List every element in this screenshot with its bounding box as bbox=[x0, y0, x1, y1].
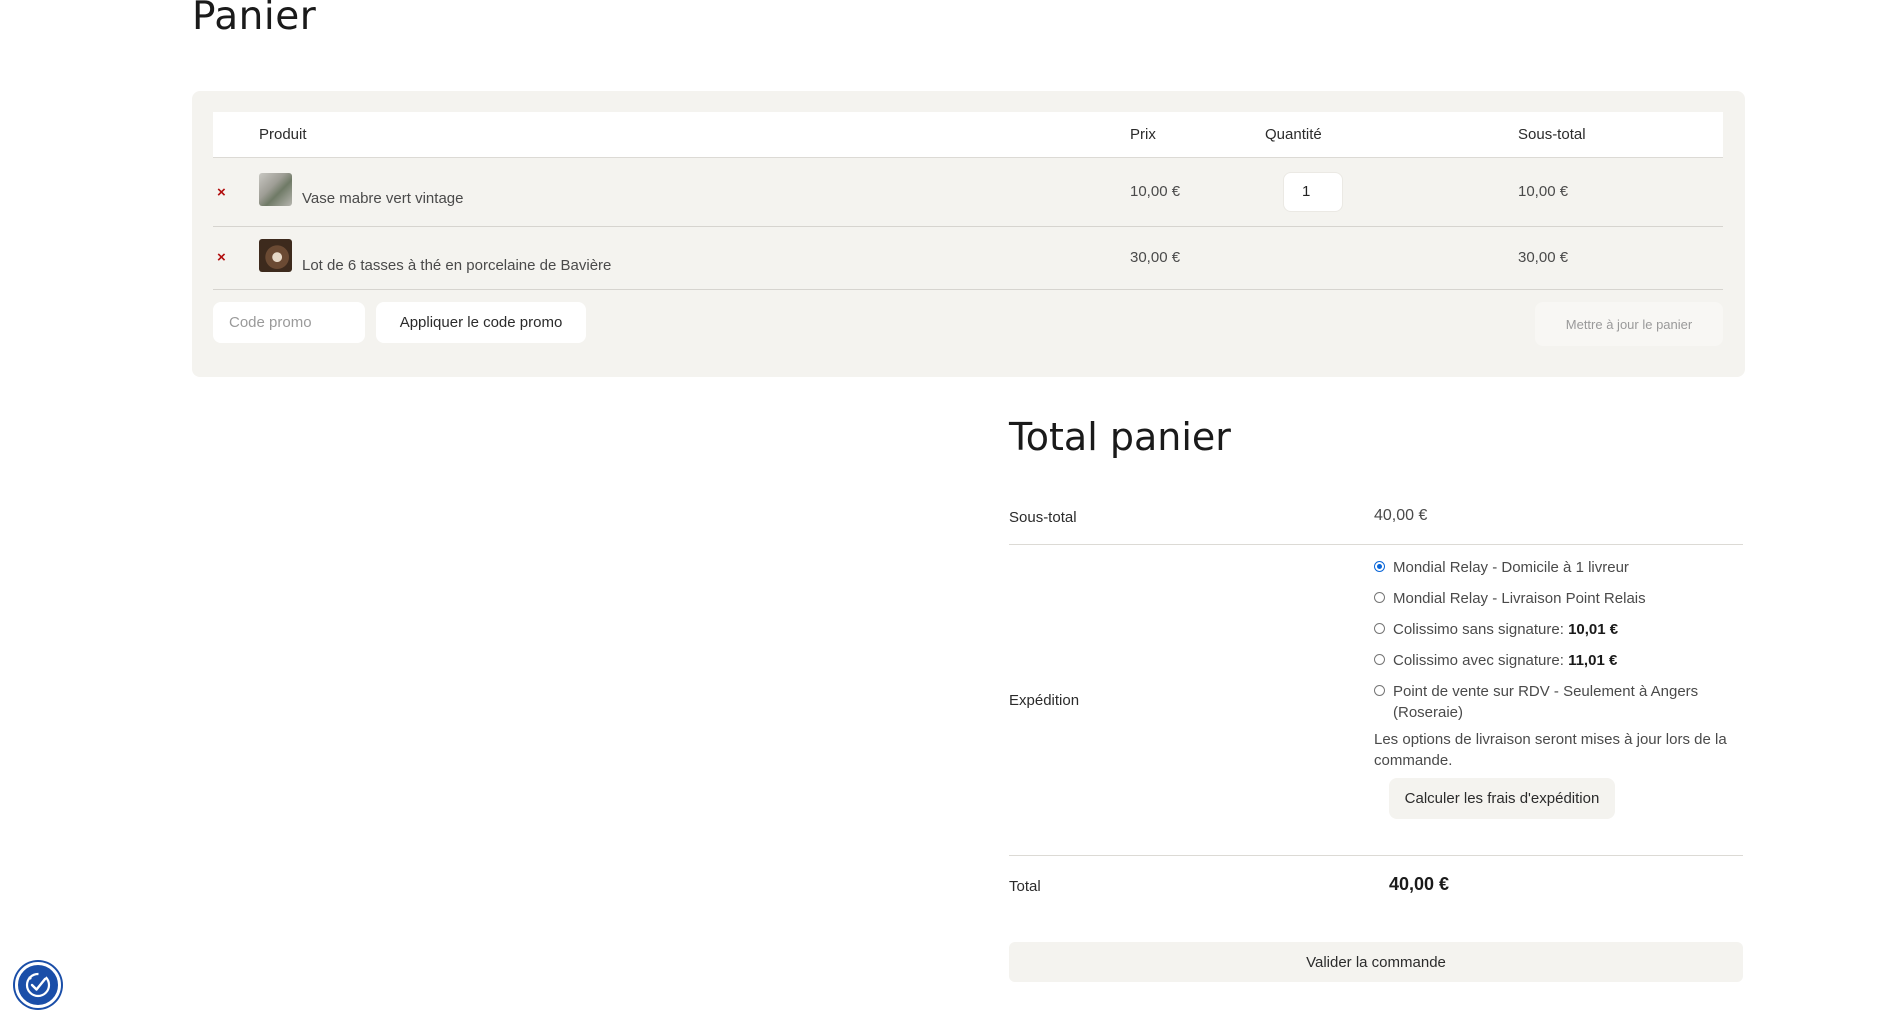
cart-table: Produit Prix Quantité Sous-total × Vase … bbox=[213, 112, 1723, 350]
shipping-option-label: Colissimo avec signature: bbox=[1393, 652, 1569, 669]
radio-selected-icon[interactable] bbox=[1374, 561, 1385, 572]
remove-item-icon[interactable]: × bbox=[217, 185, 231, 200]
header-subtotal: Sous-total bbox=[1518, 126, 1586, 143]
vase-thumbnail-icon[interactable] bbox=[259, 173, 292, 206]
shipping-option[interactable]: Point de vente sur RDV - Seulement à Ang… bbox=[1374, 681, 1744, 723]
total-value: 40,00 € bbox=[1389, 874, 1450, 894]
calculate-shipping-button[interactable]: Calculer les frais d'expédition bbox=[1389, 778, 1615, 819]
cart-table-header: Produit Prix Quantité Sous-total bbox=[213, 112, 1723, 158]
promo-code-input[interactable] bbox=[213, 302, 365, 343]
radio-icon[interactable] bbox=[1374, 654, 1385, 665]
header-product: Produit bbox=[259, 126, 307, 143]
accessibility-icon bbox=[25, 972, 51, 998]
page-title: Panier bbox=[192, 0, 317, 39]
shipping-option-price: 11,01 € bbox=[1568, 652, 1618, 669]
shipping-option[interactable]: Mondial Relay - Livraison Point Relais bbox=[1374, 588, 1744, 609]
total-label: Total bbox=[1009, 878, 1041, 895]
cart-panel: Produit Prix Quantité Sous-total × Vase … bbox=[192, 91, 1745, 377]
product-price: 30,00 € bbox=[1130, 249, 1181, 266]
radio-icon[interactable] bbox=[1374, 685, 1385, 696]
shipping-options: Mondial Relay - Domicile à 1 livreur Mon… bbox=[1374, 557, 1744, 771]
remove-item-icon[interactable]: × bbox=[217, 250, 231, 265]
teacups-thumbnail-icon[interactable] bbox=[259, 239, 292, 272]
shipping-option-label: Mondial Relay - Livraison Point Relais bbox=[1393, 590, 1646, 607]
radio-icon[interactable] bbox=[1374, 592, 1385, 603]
shipping-option[interactable]: Mondial Relay - Domicile à 1 livreur bbox=[1374, 557, 1744, 578]
cart-row: × Vase mabre vert vintage 10,00 € 1 10,0… bbox=[213, 158, 1723, 227]
apply-promo-button[interactable]: Appliquer le code promo bbox=[376, 302, 586, 343]
shipping-option-price: 10,01 € bbox=[1568, 621, 1619, 638]
cart-actions: Appliquer le code promo Mettre à jour le… bbox=[213, 290, 1723, 350]
shipping-option[interactable]: Colissimo sans signature: 10,01 € bbox=[1374, 619, 1744, 640]
shipping-note: Les options de livraison seront mises à … bbox=[1374, 731, 1727, 769]
quantity-input[interactable]: 1 bbox=[1283, 172, 1343, 212]
header-quantity: Quantité bbox=[1265, 126, 1322, 143]
totals-title: Total panier bbox=[1009, 415, 1231, 459]
shipping-option[interactable]: Colissimo avec signature: 11,01 € bbox=[1374, 650, 1744, 671]
shipping-option-label: Mondial Relay - Domicile à 1 livreur bbox=[1393, 559, 1629, 576]
header-price: Prix bbox=[1130, 126, 1156, 143]
subtotal-row: Sous-total 40,00 € bbox=[1009, 493, 1743, 545]
checkout-button[interactable]: Valider la commande bbox=[1009, 942, 1743, 982]
shipping-option-label: Colissimo sans signature: bbox=[1393, 621, 1569, 638]
product-subtotal: 10,00 € bbox=[1518, 183, 1569, 200]
radio-icon[interactable] bbox=[1374, 623, 1385, 634]
product-name[interactable]: Lot de 6 tasses à thé en porcelaine de B… bbox=[302, 257, 611, 274]
shipping-row: Expédition Mondial Relay - Domicile à 1 … bbox=[1009, 545, 1743, 856]
total-row: Total 40,00 € bbox=[1009, 856, 1743, 916]
cart-row: × Lot de 6 tasses à thé en porcelaine de… bbox=[213, 227, 1723, 290]
shipping-option-label: Point de vente sur RDV - Seulement à Ang… bbox=[1393, 683, 1699, 721]
update-cart-button[interactable]: Mettre à jour le panier bbox=[1535, 302, 1723, 346]
subtotal-value: 40,00 € bbox=[1374, 507, 1428, 524]
accessibility-button[interactable] bbox=[15, 962, 61, 1008]
shipping-label: Expédition bbox=[1009, 692, 1080, 709]
subtotal-label: Sous-total bbox=[1009, 509, 1077, 526]
product-subtotal: 30,00 € bbox=[1518, 249, 1569, 266]
product-price: 10,00 € bbox=[1130, 183, 1181, 200]
product-name[interactable]: Vase mabre vert vintage bbox=[302, 190, 463, 207]
